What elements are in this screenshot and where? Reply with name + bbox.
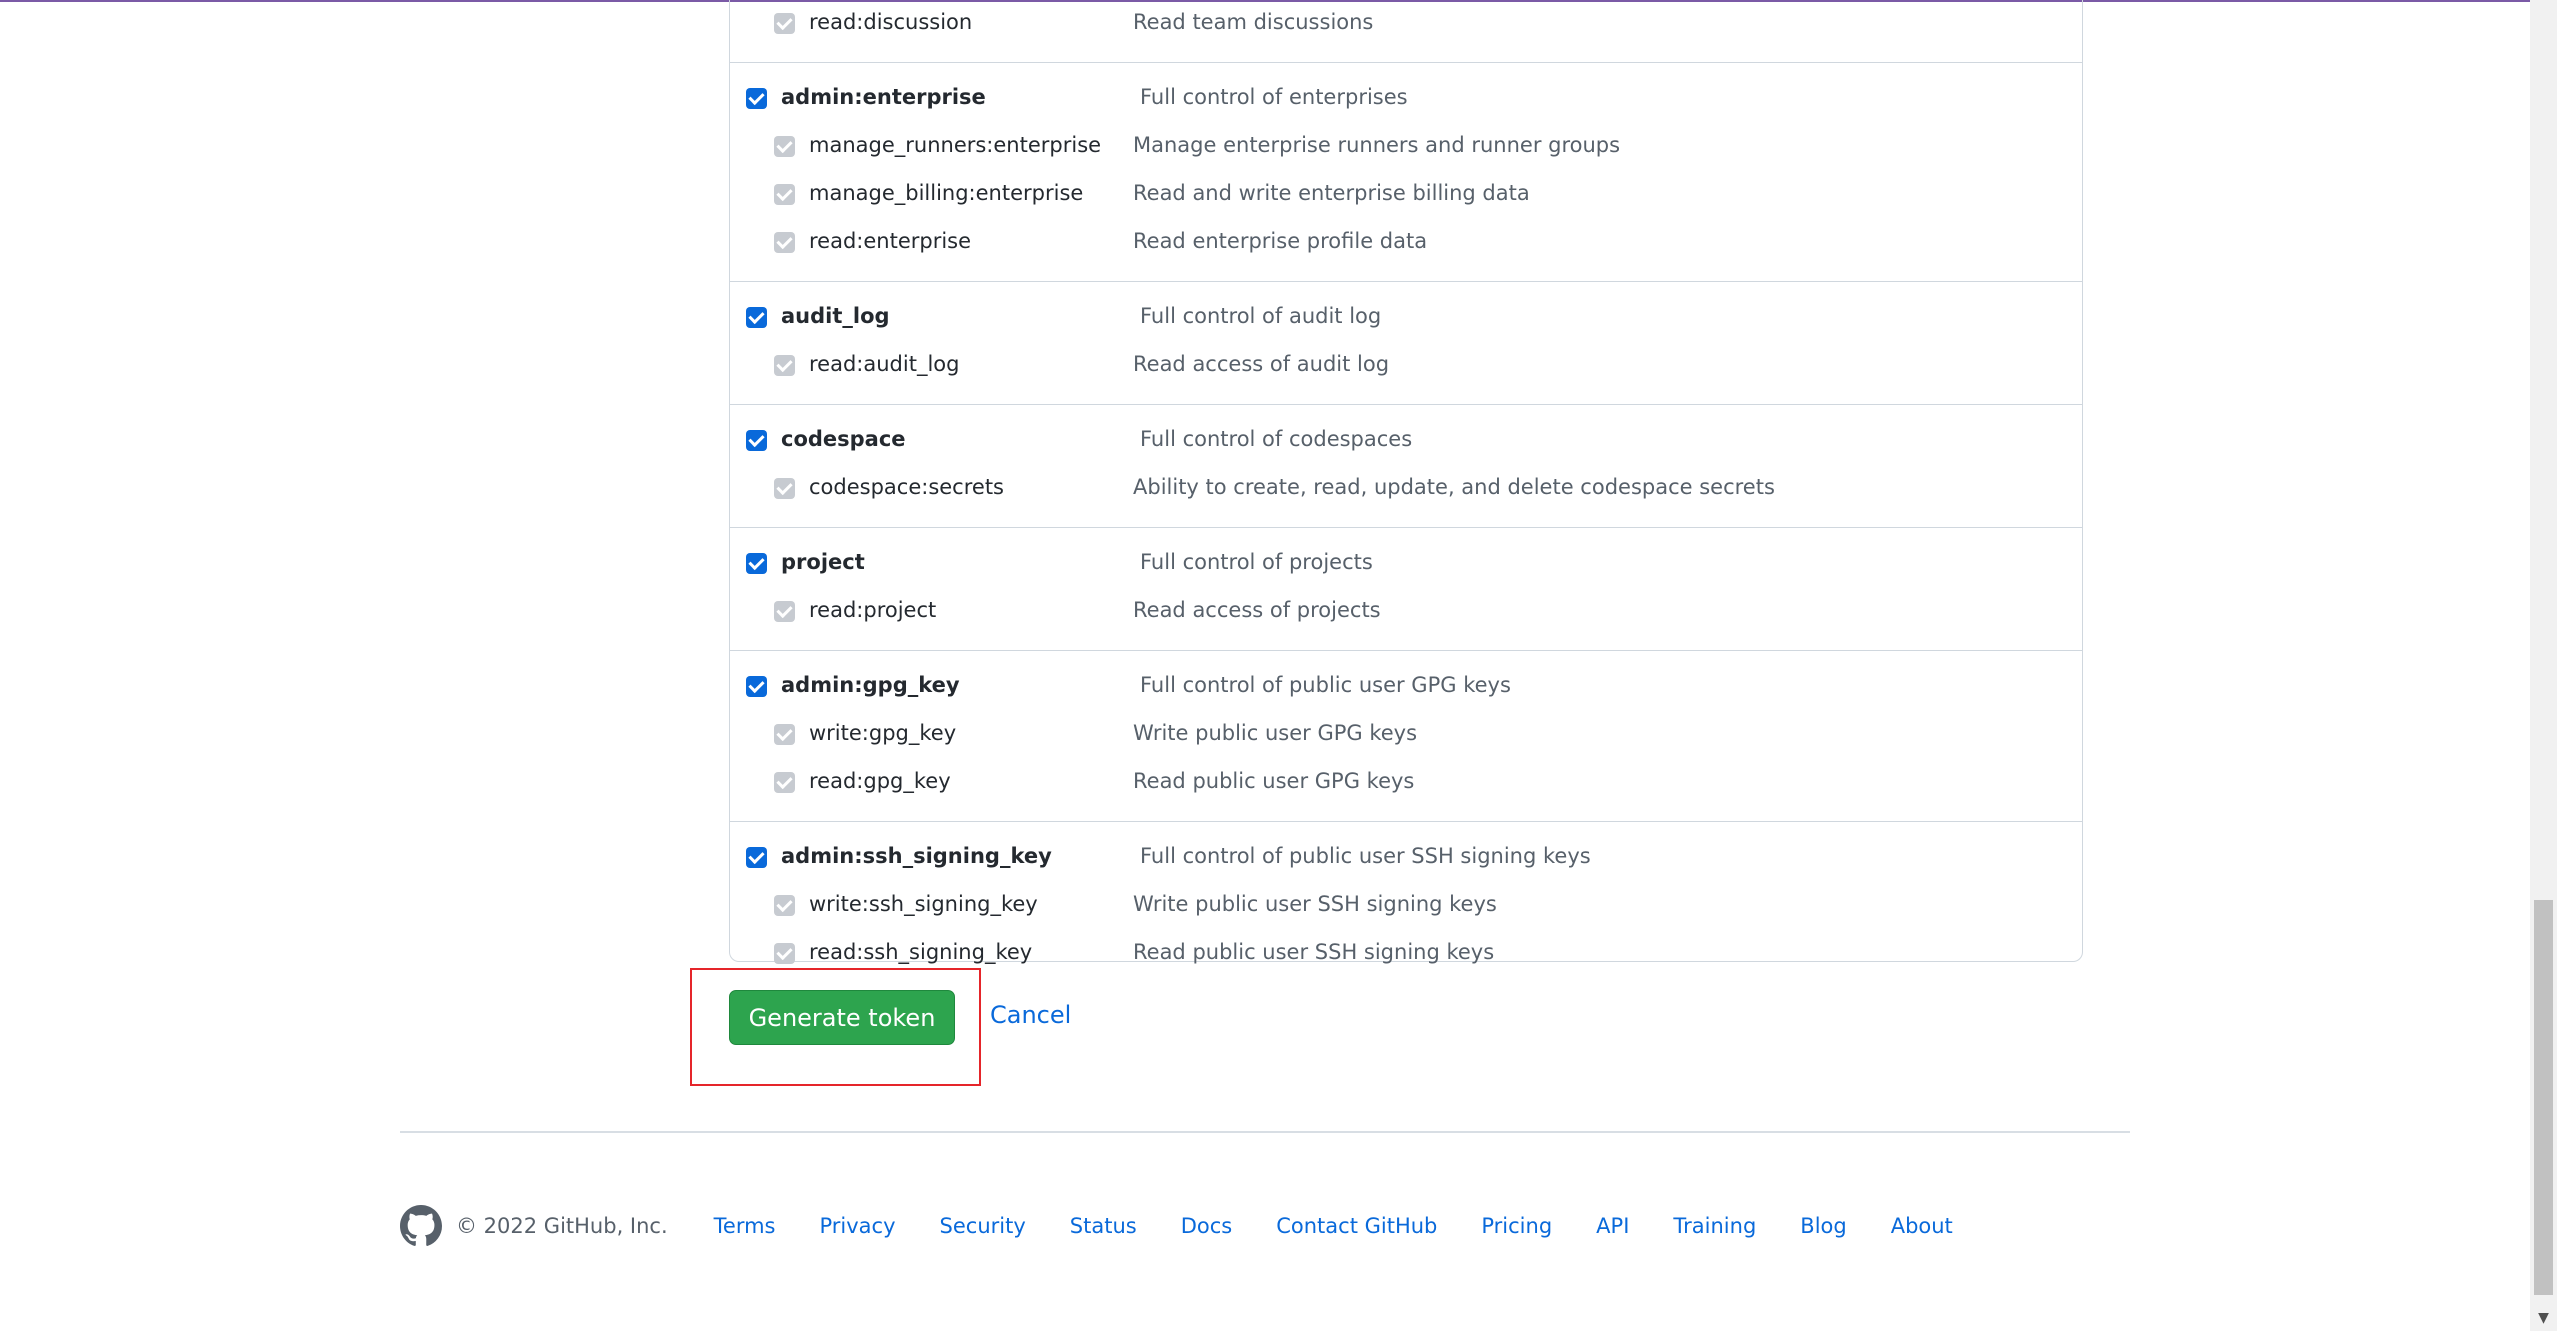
footer-link-privacy[interactable]: Privacy (819, 1214, 895, 1238)
scope-checkbox[interactable] (746, 430, 767, 451)
subscope-description: Read enterprise profile data (1133, 229, 1428, 253)
footer-link-terms[interactable]: Terms (714, 1214, 776, 1238)
footer-link-api[interactable]: API (1596, 1214, 1629, 1238)
subscope-checkbox (774, 13, 795, 34)
scope-checkbox[interactable] (746, 307, 767, 328)
scroll-down-arrow-icon[interactable]: ▼ (2530, 1304, 2557, 1331)
scope-description: Full control of enterprises (1140, 85, 1408, 109)
github-logo-icon[interactable] (400, 1205, 442, 1247)
subscope-checkbox (774, 772, 795, 793)
footer-link-docs[interactable]: Docs (1181, 1214, 1233, 1238)
subscope-description: Read access of audit log (1133, 352, 1390, 376)
scope-name: admin:enterprise (781, 85, 986, 109)
subscope-checkbox (774, 724, 795, 745)
scope-checkbox[interactable] (746, 553, 767, 574)
scope-group: admin:enterprise Full control of enterpri… (730, 63, 2082, 282)
subscope-checkbox (774, 943, 795, 964)
footer: © 2022 GitHub, Inc. Terms Privacy Security… (400, 1205, 1997, 1247)
subscope-description: Read access of projects (1133, 598, 1381, 622)
scope-child-row: read:project Read access of projects (730, 588, 2082, 636)
scope-parent-row: project Full control of projects (730, 540, 2082, 588)
scope-name: project (781, 550, 865, 574)
scope-child-row: read:gpg_key Read public user GPG keys (730, 759, 2082, 807)
subscope-name: read:gpg_key (809, 769, 951, 793)
scope-checkbox[interactable] (746, 88, 767, 109)
subscope-name: manage_billing:enterprise (809, 181, 1084, 205)
scope-child-row: read:discussion Read team discussions (730, 0, 2082, 48)
footer-link-pricing[interactable]: Pricing (1481, 1214, 1552, 1238)
subscope-description: Read public user SSH signing keys (1133, 940, 1495, 964)
scope-checkbox[interactable] (746, 676, 767, 697)
subscope-name: read:audit_log (809, 352, 960, 376)
footer-link-security[interactable]: Security (940, 1214, 1026, 1238)
scope-parent-row: admin:gpg_key Full control of public user… (730, 663, 2082, 711)
subscope-name: write:gpg_key (809, 721, 957, 745)
footer-divider (400, 1131, 2130, 1133)
scope-description: Full control of audit log (1140, 304, 1382, 328)
subscope-name: codespace:secrets (809, 475, 1004, 499)
subscope-checkbox (774, 136, 795, 157)
scope-parent-row: codespace Full control of codespaces (730, 417, 2082, 465)
scope-group: audit_log Full control of audit log read:a… (730, 282, 2082, 405)
subscope-name: manage_runners:enterprise (809, 133, 1102, 157)
scope-description: Full control of codespaces (1140, 427, 1413, 451)
subscope-name: read:ssh_signing_key (809, 940, 1033, 964)
subscope-name: read:discussion (809, 10, 973, 34)
scope-group: admin:ssh_signing_key Full control of pub… (730, 822, 2082, 992)
footer-link-training[interactable]: Training (1673, 1214, 1756, 1238)
subscope-name: read:project (809, 598, 937, 622)
scope-name: codespace (781, 427, 906, 451)
scope-child-row: manage_billing:enterprise Read and write … (730, 171, 2082, 219)
scope-child-row: codespace:secrets Ability to create, read… (730, 465, 2082, 513)
scope-group: project Full control of projects read:proj… (730, 528, 2082, 651)
subscope-description: Write public user GPG keys (1133, 721, 1418, 745)
subscope-description: Read public user GPG keys (1133, 769, 1415, 793)
scope-description: Full control of public user GPG keys (1140, 673, 1511, 697)
scope-child-row: read:audit_log Read access of audit log (730, 342, 2082, 390)
scope-name: admin:ssh_signing_key (781, 844, 1052, 868)
scope-parent-row: admin:ssh_signing_key Full control of pub… (730, 834, 2082, 882)
scope-child-row: read:enterprise Read enterprise profile d… (730, 219, 2082, 267)
scope-description: Full control of public user SSH signing … (1140, 844, 1591, 868)
subscope-checkbox (774, 184, 795, 205)
subscope-description: Ability to create, read, update, and del… (1133, 475, 1775, 499)
scope-group: codespace Full control of codespaces codes… (730, 405, 2082, 528)
subscope-checkbox (774, 601, 795, 622)
subscope-description: Read team discussions (1133, 10, 1374, 34)
subscope-checkbox (774, 895, 795, 916)
scopes-list: write:discussionRead and write team disc… (729, 0, 2083, 964)
generate-token-button[interactable]: Generate token (729, 990, 955, 1045)
scope-group: admin:gpg_key Full control of public user… (730, 651, 2082, 822)
subscope-checkbox (774, 232, 795, 253)
subscope-description: Manage enterprise runners and runner gro… (1133, 133, 1621, 157)
footer-link-contact-github[interactable]: Contact GitHub (1276, 1214, 1437, 1238)
cancel-link[interactable]: Cancel (990, 1001, 1071, 1029)
copyright-text: © 2022 GitHub, Inc. (456, 1214, 668, 1238)
scope-parent-row: admin:enterprise Full control of enterpri… (730, 75, 2082, 123)
scope-child-row: write:ssh_signing_key Write public user S… (730, 882, 2082, 930)
scope-parent-row: audit_log Full control of audit log (730, 294, 2082, 342)
scope-description: Full control of projects (1140, 550, 1373, 574)
scope-name: audit_log (781, 304, 890, 328)
scope-group: write:discussionRead and write team disc… (730, 0, 2082, 63)
scope-name: admin:gpg_key (781, 673, 960, 697)
footer-link-about[interactable]: About (1891, 1214, 1953, 1238)
subscope-checkbox (774, 355, 795, 376)
subscope-description: Read and write enterprise billing data (1133, 181, 1530, 205)
scope-checkbox[interactable] (746, 847, 767, 868)
footer-link-status[interactable]: Status (1070, 1214, 1137, 1238)
scope-child-row: write:gpg_key Write public user GPG keys (730, 711, 2082, 759)
subscope-checkbox (774, 478, 795, 499)
scrollbar-thumb[interactable] (2534, 900, 2553, 1295)
scope-child-row: manage_runners:enterprise Manage enterpri… (730, 123, 2082, 171)
vertical-scrollbar[interactable]: ▼ (2530, 0, 2557, 1331)
subscope-description: Write public user SSH signing keys (1133, 892, 1497, 916)
subscope-name: read:enterprise (809, 229, 972, 253)
subscope-name: write:ssh_signing_key (809, 892, 1038, 916)
footer-link-blog[interactable]: Blog (1800, 1214, 1846, 1238)
